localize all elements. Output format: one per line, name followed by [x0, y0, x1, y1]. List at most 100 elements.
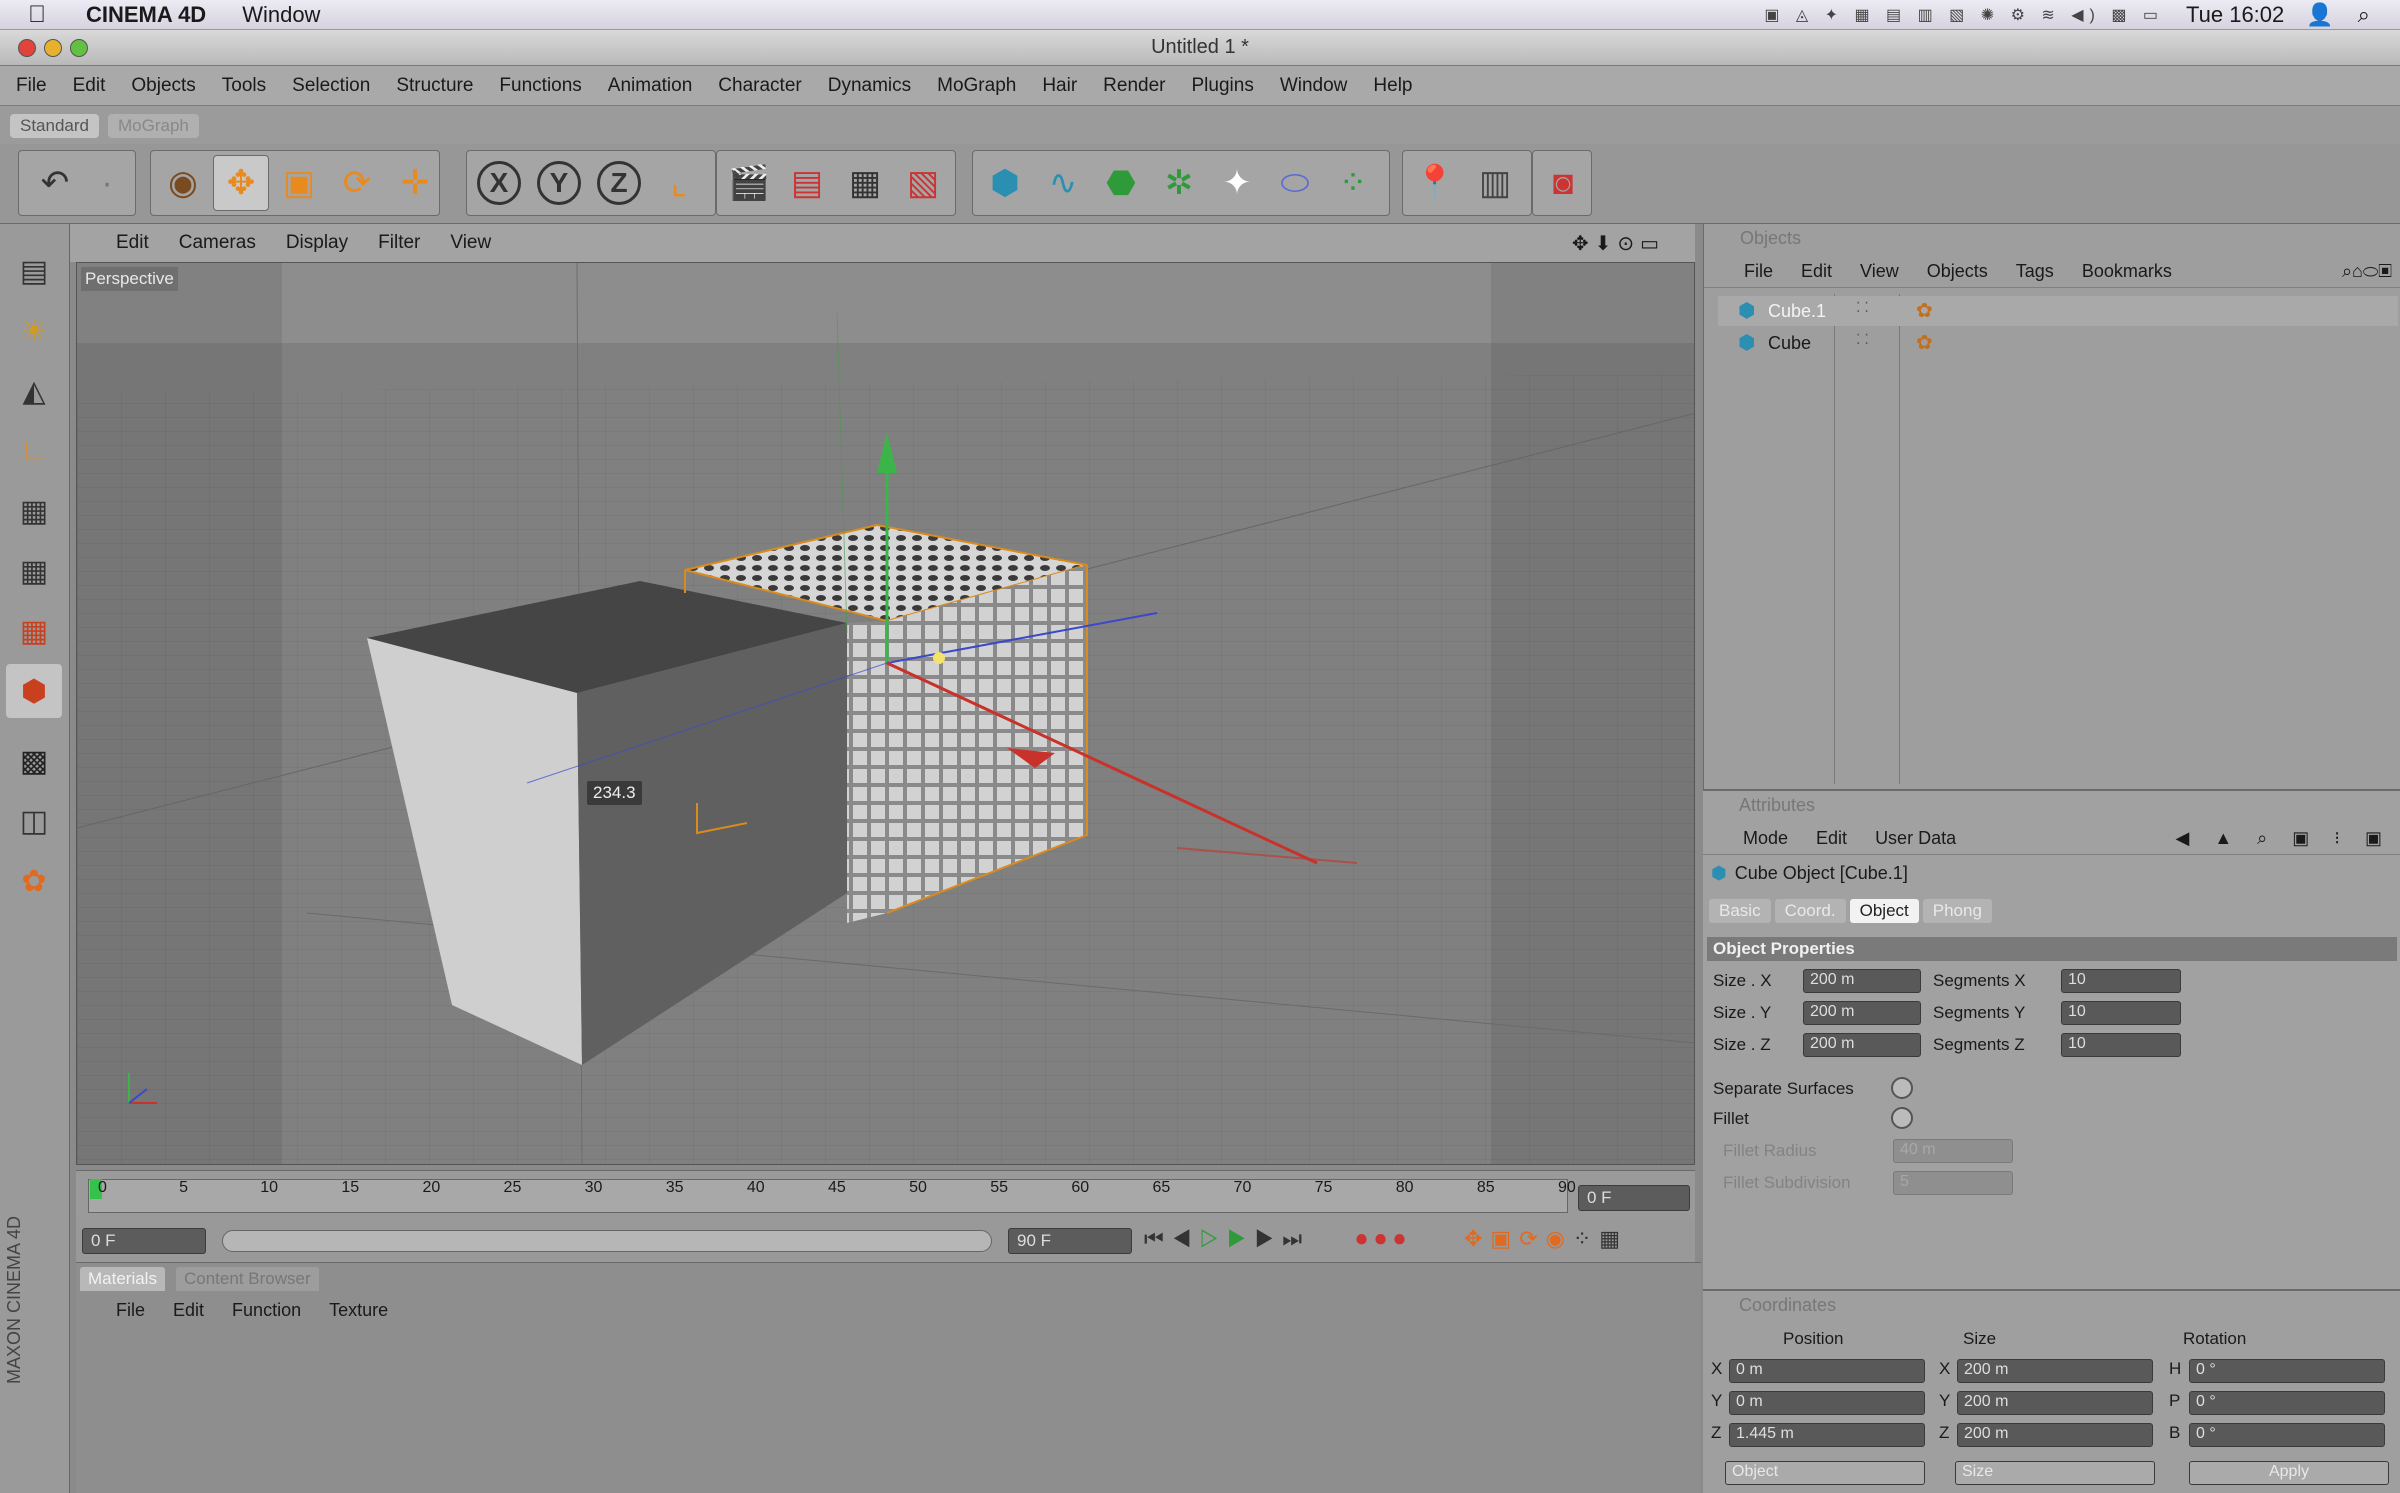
mograph-icon[interactable]: ⁘: [1325, 155, 1381, 211]
subdivision-icon[interactable]: ⬣: [1093, 155, 1149, 211]
objects-menu-view[interactable]: View: [1860, 261, 1899, 282]
materials-menu-function[interactable]: Function: [232, 1300, 301, 1321]
record-controls[interactable]: ⏺⏺⏺: [1356, 1226, 1413, 1252]
render-view-icon[interactable]: 🎬: [721, 155, 777, 211]
attr-menu-mode[interactable]: Mode: [1743, 828, 1788, 849]
x-axis-lock-icon[interactable]: X: [471, 155, 527, 211]
y-axis-lock-icon[interactable]: Y: [531, 155, 587, 211]
layout-standard-tab[interactable]: Standard: [10, 114, 99, 138]
attr-menu-userdata[interactable]: User Data: [1875, 828, 1956, 849]
object-center[interactable]: [933, 652, 945, 664]
objects-menu-tags[interactable]: Tags: [2016, 261, 2054, 282]
uv-mode-icon[interactable]: ⬢: [6, 664, 62, 718]
fillet-checkbox[interactable]: [1891, 1107, 1913, 1129]
viewport-menu-edit[interactable]: Edit: [116, 232, 149, 254]
coord-system-icon[interactable]: ⌞: [651, 155, 707, 211]
materials-tab[interactable]: Materials: [80, 1267, 165, 1291]
size-x-field[interactable]: 200 m: [1803, 969, 1921, 993]
environment-icon[interactable]: ⬭: [1267, 155, 1323, 211]
object-row-cube1[interactable]: ⬢ Cube.1 ⁚ ⁚ ✿: [1718, 296, 2398, 326]
objects-menu-edit[interactable]: Edit: [1801, 261, 1832, 282]
mograph-mode-icon[interactable]: ✿: [6, 854, 62, 908]
size-field[interactable]: 200 m: [1957, 1359, 2153, 1383]
viewport-menu-cameras[interactable]: Cameras: [179, 232, 256, 254]
size-field[interactable]: 200 m: [1957, 1391, 2153, 1415]
polygons-mode-icon[interactable]: ▦: [6, 604, 62, 658]
viewport-perspective[interactable]: Perspective 234.3: [76, 262, 1695, 1165]
position-field[interactable]: 0 m: [1729, 1391, 1925, 1415]
tag-icon[interactable]: ✿: [1916, 330, 1933, 355]
viewport-menu-filter[interactable]: Filter: [378, 232, 420, 254]
scale-icon[interactable]: ▣: [271, 155, 327, 211]
segments-y-field[interactable]: 10: [2061, 1001, 2181, 1025]
deformer-icon[interactable]: ✦: [1209, 155, 1265, 211]
app-menu[interactable]: CINEMA 4D: [86, 2, 206, 28]
scene-icon[interactable]: ▥: [1467, 155, 1523, 211]
key-controls[interactable]: ✥▣⟳◉⁘▦: [1464, 1226, 1628, 1252]
viewport-nav-icons[interactable]: ✥⬇⊙▭: [1572, 231, 1665, 256]
workplane-icon[interactable]: ◫: [6, 794, 62, 848]
spline-icon[interactable]: ∿: [1035, 155, 1091, 211]
sculpt-icon[interactable]: ☀: [6, 304, 62, 358]
window-menu[interactable]: Window: [242, 2, 320, 28]
rotate-icon[interactable]: ⟳: [329, 155, 385, 211]
visibility-dots[interactable]: ⁚ ⁚: [1856, 299, 1869, 316]
end-frame-field[interactable]: 90 F: [1008, 1228, 1132, 1254]
undo-icon[interactable]: ↶: [27, 155, 83, 211]
spotlight-icon[interactable]: ⌕: [2358, 2, 2370, 28]
size-field[interactable]: 200 m: [1957, 1423, 2153, 1447]
menu-plugins[interactable]: Plugins: [1192, 75, 1254, 97]
attr-tab-object[interactable]: Object: [1849, 899, 1919, 923]
size-y-field[interactable]: 200 m: [1803, 1001, 1921, 1025]
user-icon[interactable]: 👤: [2306, 2, 2333, 28]
render-settings-icon[interactable]: ▧: [895, 155, 951, 211]
objects-search-icon[interactable]: ⌕⌂⬭▣: [2342, 261, 2392, 282]
menu-edit[interactable]: Edit: [73, 75, 106, 97]
points-mode-icon[interactable]: ▦: [6, 484, 62, 538]
viewport-menu-view[interactable]: View: [450, 232, 491, 254]
size-z-field[interactable]: 200 m: [1803, 1033, 1921, 1057]
attr-tab-coord[interactable]: Coord.: [1774, 899, 1846, 923]
objects-menu-bookmarks[interactable]: Bookmarks: [2082, 261, 2172, 282]
start-frame-field[interactable]: 0 F: [82, 1228, 206, 1254]
materials-menu-edit[interactable]: Edit: [173, 1300, 204, 1321]
attr-tab-phong[interactable]: Phong: [1922, 899, 1992, 923]
segments-z-field[interactable]: 10: [2061, 1033, 2181, 1057]
coord-mode-dropdown[interactable]: Object: [1725, 1461, 1925, 1485]
menu-functions[interactable]: Functions: [499, 75, 581, 97]
attr-nav-icons[interactable]: ◀ ▲ ⌕ ▣ ⁝ ▣: [2176, 828, 2392, 849]
light-icon[interactable]: ◙: [1535, 155, 1591, 211]
viewport-menu-display[interactable]: Display: [286, 232, 348, 254]
menu-character[interactable]: Character: [718, 75, 801, 97]
objects-menu-file[interactable]: File: [1744, 261, 1773, 282]
render-queue-icon[interactable]: ▦: [837, 155, 893, 211]
menu-window[interactable]: Window: [1280, 75, 1348, 97]
materials-menu-texture[interactable]: Texture: [329, 1300, 388, 1321]
tag-icon[interactable]: ✿: [1916, 298, 1933, 323]
menu-tools[interactable]: Tools: [222, 75, 266, 97]
apply-button[interactable]: Apply: [2189, 1461, 2389, 1485]
visibility-dots[interactable]: ⁚ ⁚: [1856, 331, 1869, 348]
z-axis-lock-icon[interactable]: Z: [591, 155, 647, 211]
menu-mograph[interactable]: MoGraph: [937, 75, 1016, 97]
cube-icon[interactable]: ⬢: [977, 155, 1033, 211]
clock[interactable]: Tue 16:02: [2186, 2, 2284, 28]
redo-icon[interactable]: ·: [79, 155, 135, 211]
current-frame-field[interactable]: 0 F: [1578, 1185, 1690, 1211]
texture-mode-icon[interactable]: ▩: [6, 734, 62, 788]
timeline-ruler[interactable]: 0 5 10 15 20 25 30 35 40 45 50 55 60 65 70 75 80 85 90 0 F: [76, 1170, 1695, 1220]
rotation-field[interactable]: 0 °: [2189, 1391, 2385, 1415]
object-row-cube[interactable]: ⬢ Cube ⁚ ⁚ ✿: [1718, 328, 2398, 358]
camera-icon[interactable]: 📍: [1407, 155, 1463, 211]
separate-surfaces-checkbox[interactable]: [1891, 1077, 1913, 1099]
attr-tab-basic[interactable]: Basic: [1709, 899, 1771, 923]
rotation-field[interactable]: 0 °: [2189, 1359, 2385, 1383]
menu-objects[interactable]: Objects: [131, 75, 195, 97]
select-icon[interactable]: ◉: [155, 155, 211, 211]
edges-mode-icon[interactable]: ▦: [6, 544, 62, 598]
range-slider[interactable]: [222, 1230, 992, 1252]
menu-animation[interactable]: Animation: [608, 75, 693, 97]
playback-controls[interactable]: ⏮◀▷▶▶⏭: [1144, 1226, 1310, 1252]
position-field[interactable]: 0 m: [1729, 1359, 1925, 1383]
segments-x-field[interactable]: 10: [2061, 969, 2181, 993]
